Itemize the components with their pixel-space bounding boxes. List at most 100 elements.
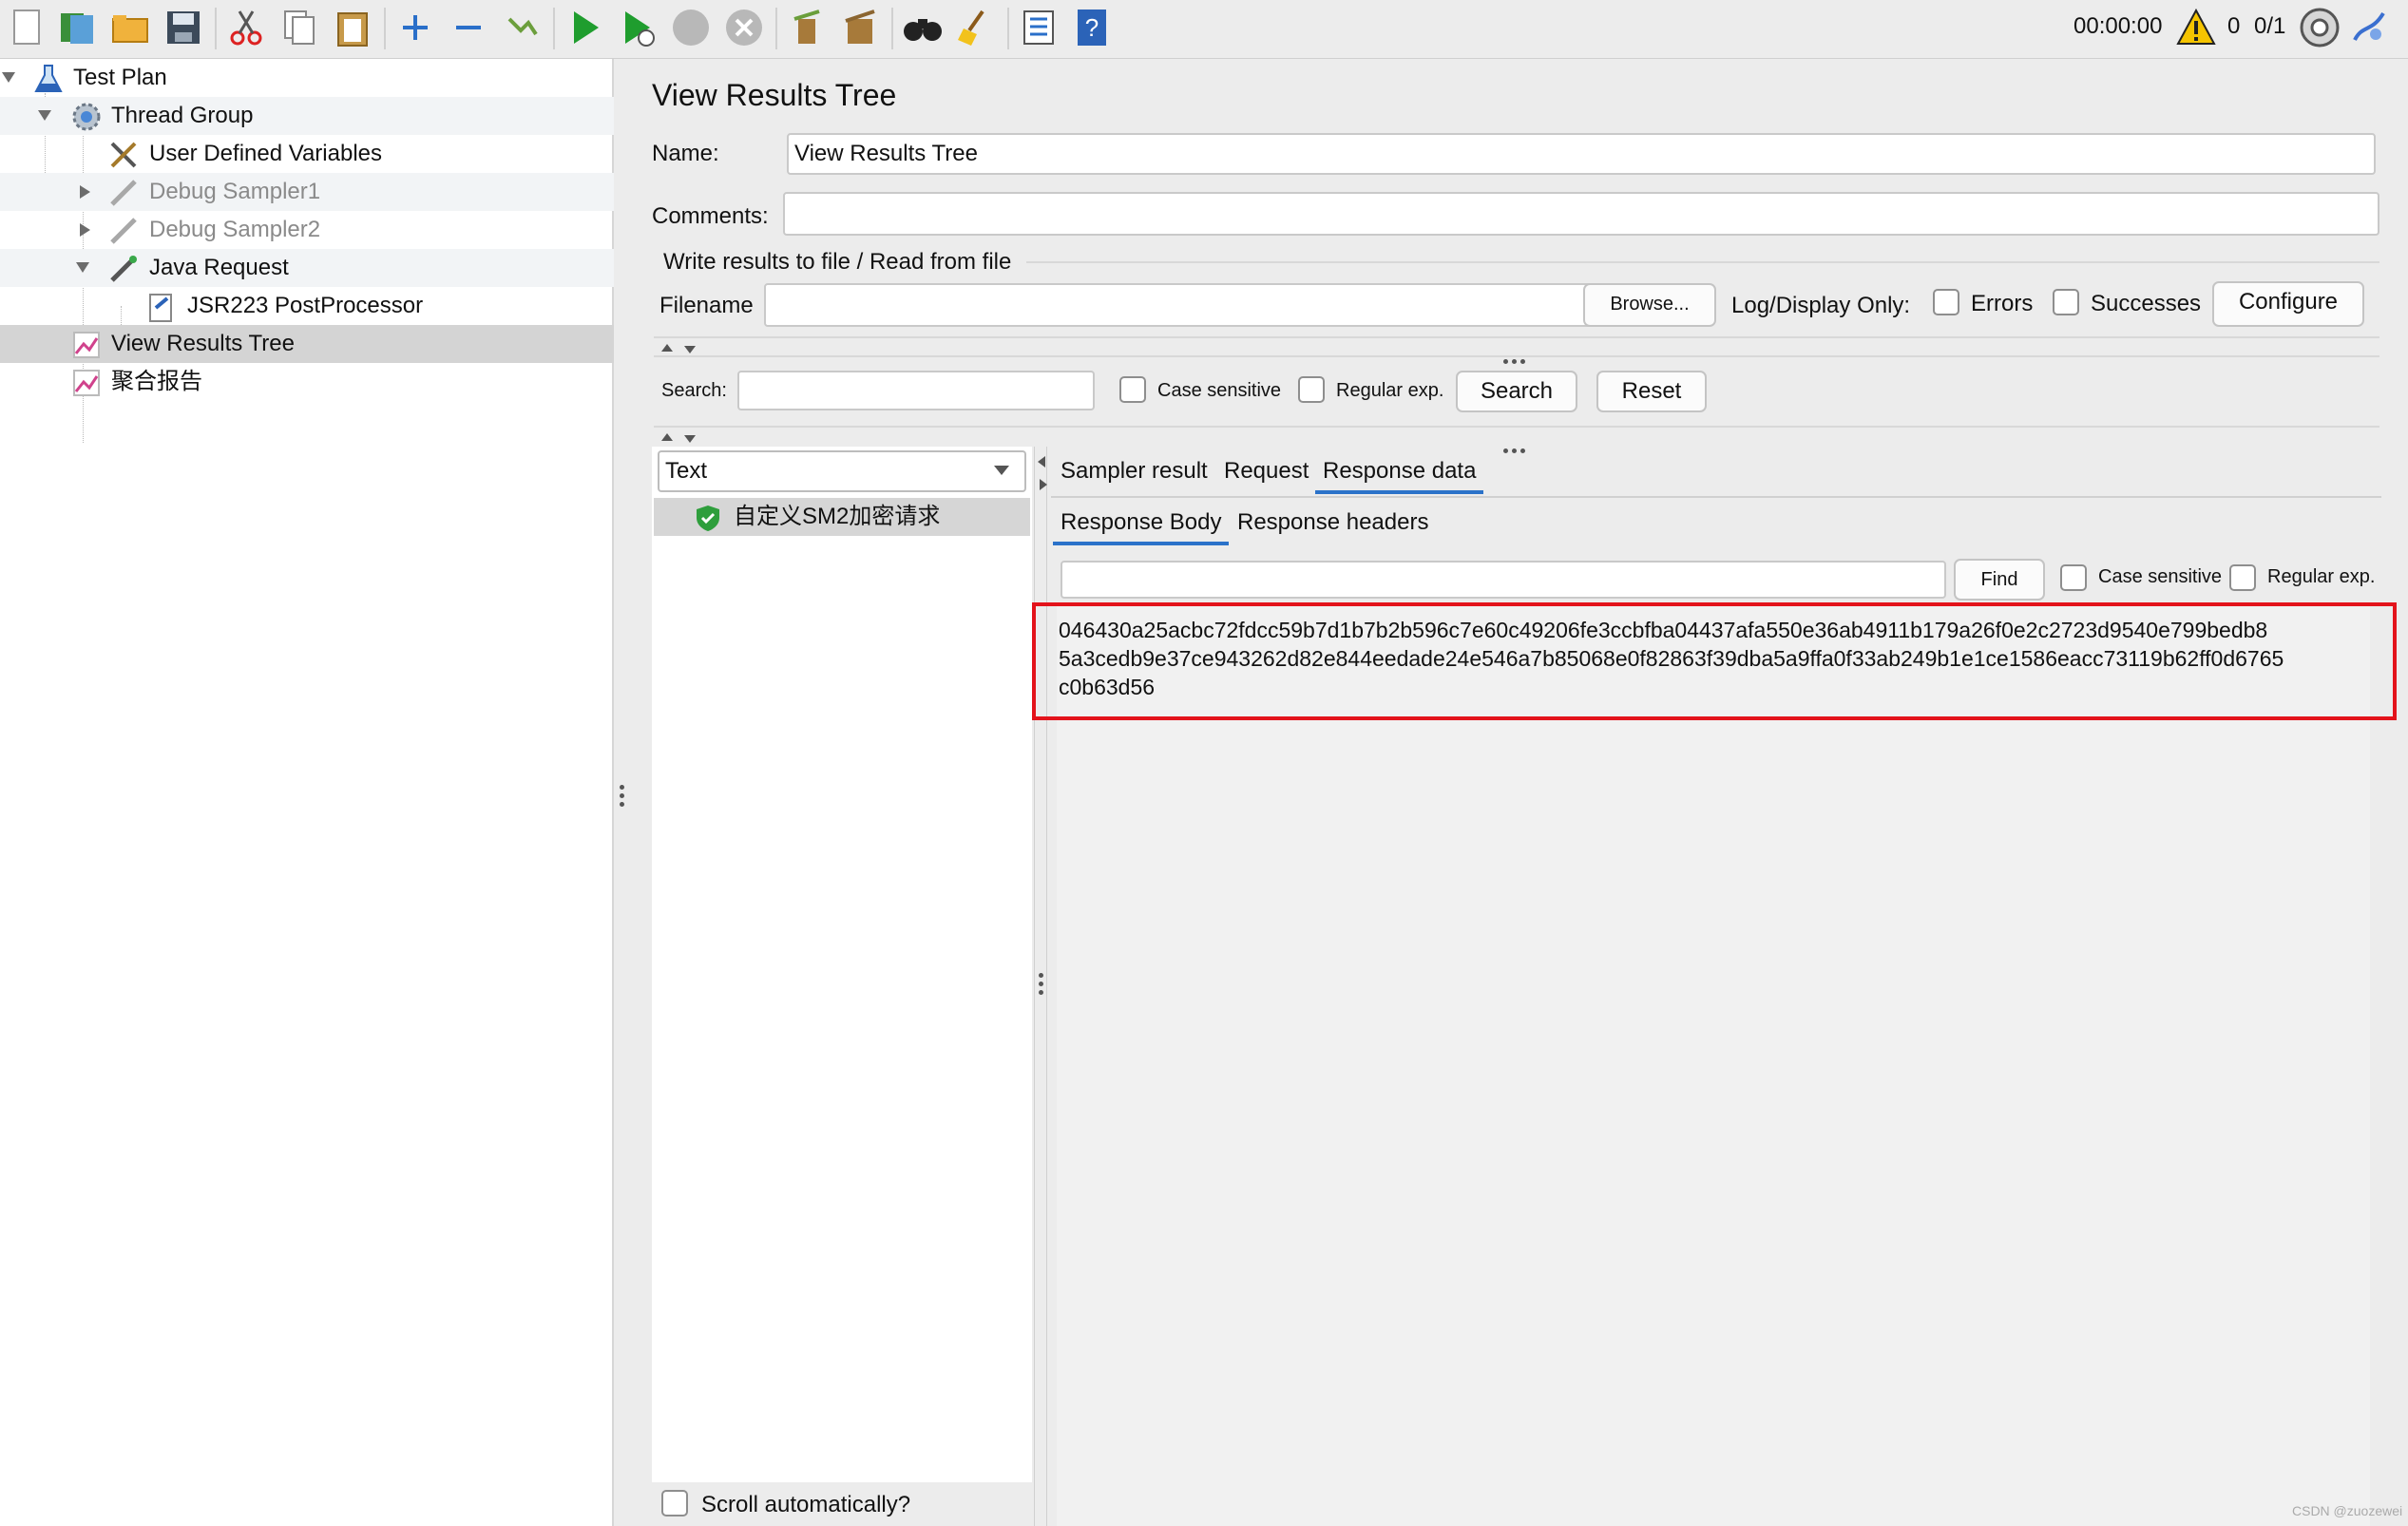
test-plan-icon [34,65,63,92]
scroll-automatically-checkbox[interactable] [661,1490,688,1516]
split-right-icon[interactable] [1040,479,1047,490]
expand-icon[interactable] [393,6,437,49]
chevron-right-icon[interactable] [80,185,90,199]
tab-sampler-result[interactable]: Sampler result [1061,452,1208,490]
name-label: Name: [652,141,719,166]
success-shield-icon [697,505,719,531]
copy-icon[interactable] [277,6,321,49]
tab-request[interactable]: Request [1224,452,1309,490]
browse-button[interactable]: Browse... [1583,283,1716,327]
filename-field[interactable] [764,283,1623,327]
find-button[interactable]: Find [1954,559,2045,601]
save-icon[interactable] [162,6,205,49]
shutdown-icon[interactable] [722,6,766,49]
sampler-icon [110,180,137,206]
split-down-icon[interactable] [684,346,696,353]
svg-text:?: ? [1085,13,1099,42]
successes-checkbox[interactable] [2053,289,2079,315]
response-text: 046430a25acbc72fdcc59b7d1b7b2b596c7e60c4… [1059,616,2284,701]
warning-icon[interactable] [2176,8,2216,48]
response-regex-checkbox[interactable] [2229,564,2256,591]
case-sensitive-label: Case sensitive [1157,380,1282,401]
log-display-only-label: Log/Display Only: [1731,293,1911,318]
sampler-icon [110,256,137,282]
reset-button[interactable]: Reset [1596,371,1707,412]
tree-item-test-plan[interactable]: Test Plan [0,59,614,97]
start-no-pause-icon[interactable] [616,6,659,49]
test-plan-tree: Test Plan Thread Group User Defined Vari… [0,59,614,1526]
postprocessor-icon [149,294,172,322]
tree-splitter-handle[interactable] [620,785,625,811]
templates-icon[interactable] [55,6,99,49]
results-splitter-handle[interactable] [1039,973,1044,999]
subtab-response-body[interactable]: Response Body [1053,504,1230,545]
tree-item-jsr223-postprocessor[interactable]: JSR223 PostProcessor [0,287,614,325]
tree-item-user-defined-variables[interactable]: User Defined Variables [0,135,614,173]
tree-item-java-request[interactable]: Java Request [0,249,614,287]
chevron-down-icon[interactable] [76,262,89,273]
renderer-select[interactable]: Text [658,450,1026,492]
tree-item-view-results-tree[interactable]: View Results Tree [0,325,614,363]
comments-field[interactable] [783,192,2379,236]
search-input[interactable] [737,371,1095,410]
tree-item-debug-sampler1[interactable]: Debug Sampler1 [0,173,614,211]
find-input[interactable] [1061,561,1946,599]
clear-icon[interactable] [785,6,829,49]
tab-response-data[interactable]: Response data [1315,452,1484,494]
configure-button[interactable]: Configure [2212,281,2364,327]
page-title: View Results Tree [652,78,897,112]
comments-label: Comments: [652,203,769,229]
results-list-pane [652,447,1032,1526]
response-body-area[interactable] [1057,606,2370,1526]
reset-search-icon[interactable] [954,6,998,49]
chevron-down-icon[interactable] [994,466,1009,475]
chevron-down-icon[interactable] [38,110,51,121]
response-regex-label: Regular exp. [2267,566,2376,587]
stop-icon[interactable] [669,6,713,49]
successes-label: Successes [2091,291,2202,316]
result-item[interactable]: 自定义SM2加密请求 [654,498,1030,536]
horizontal-splitter-handle[interactable] [1503,433,1529,460]
open-icon[interactable] [108,6,152,49]
help-icon[interactable]: ? [1070,6,1114,49]
log-viewer-icon[interactable] [2347,6,2391,49]
search-icon[interactable] [901,6,945,49]
errors-checkbox[interactable] [1933,289,1959,315]
new-icon[interactable] [6,6,49,49]
filename-label: Filename [659,293,754,318]
response-line: 5a3cedb9e37ce943262d82e844eedade24e546a7… [1059,646,2284,671]
subtab-response-headers[interactable]: Response headers [1237,504,1428,542]
start-icon[interactable] [563,6,606,49]
cut-icon[interactable] [224,6,268,49]
sampler-icon [110,218,137,244]
tree-item-thread-group[interactable]: Thread Group [0,97,614,135]
name-field[interactable]: View Results Tree [787,133,2376,175]
chevron-down-icon[interactable] [2,72,15,83]
case-sensitive-checkbox[interactable] [1119,376,1146,403]
split-down-icon[interactable] [684,435,696,443]
view-results-tree-panel: View Results Tree Name: View Results Tre… [627,59,2408,1526]
listener-icon [73,332,100,358]
split-up-icon[interactable] [661,344,673,352]
response-line: 046430a25acbc72fdcc59b7d1b7b2b596c7e60c4… [1059,618,2268,642]
chevron-right-icon[interactable] [80,223,90,237]
regex-checkbox[interactable] [1298,376,1325,403]
watermark: CSDN @zuozewei [2292,1503,2403,1518]
toggle-icon[interactable] [500,6,544,49]
toolbar: ? 00:00:00 0 0/1 [0,0,2408,59]
config-element-icon [110,142,137,168]
tree-item-aggregate-report[interactable]: 聚合报告 [0,363,614,401]
split-up-icon[interactable] [661,433,673,441]
function-helper-icon[interactable] [1017,6,1061,49]
thread-count: 0/1 [2254,13,2286,39]
collapse-icon[interactable] [447,6,490,49]
search-button[interactable]: Search [1456,371,1577,412]
response-case-sensitive-label: Case sensitive [2098,566,2223,587]
split-left-icon[interactable] [1038,456,1045,467]
response-case-sensitive-checkbox[interactable] [2060,564,2087,591]
paste-icon[interactable] [331,6,374,49]
remote-engines-icon[interactable] [2298,6,2341,49]
clear-all-icon[interactable] [838,6,882,49]
horizontal-splitter-handle[interactable] [1503,344,1529,371]
tree-item-debug-sampler2[interactable]: Debug Sampler2 [0,211,614,249]
